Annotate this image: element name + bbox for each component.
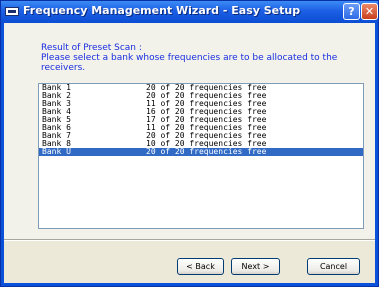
bank-listbox[interactable]: Bank 1 20 of 20 frequencies free Bank 2 20 …	[38, 83, 364, 229]
instruction-line-1: Result of Preset Scan :	[41, 43, 142, 53]
window-title: Frequency Management Wizard - Easy Setup	[23, 4, 301, 17]
bank-name: Bank U	[42, 147, 71, 156]
next-button[interactable]: Next >	[231, 258, 280, 275]
back-button[interactable]: < Back	[177, 258, 224, 275]
separator-highlight	[4, 240, 375, 241]
instruction-line-2: Please select a bank whose frequencies a…	[41, 53, 338, 63]
app-icon	[5, 7, 19, 16]
bank-free-count: 20 of 20 frequencies free	[146, 147, 267, 156]
title-bar[interactable]: Frequency Management Wizard - Easy Setup…	[1, 1, 378, 23]
close-button[interactable]: ✕	[361, 3, 378, 20]
instruction-line-3: receivers.	[41, 63, 86, 73]
cancel-button[interactable]: Cancel	[307, 258, 360, 275]
wizard-body: Result of Preset Scan : Please select a …	[4, 23, 375, 283]
bank-list-item[interactable]: Bank U 20 of 20 frequencies free	[39, 148, 363, 156]
wizard-window: Frequency Management Wizard - Easy Setup…	[0, 0, 379, 287]
content-panel: Result of Preset Scan : Please select a …	[4, 23, 375, 239]
help-button[interactable]: ?	[343, 3, 360, 20]
instructions-text: Result of Preset Scan : Please select a …	[41, 43, 361, 73]
